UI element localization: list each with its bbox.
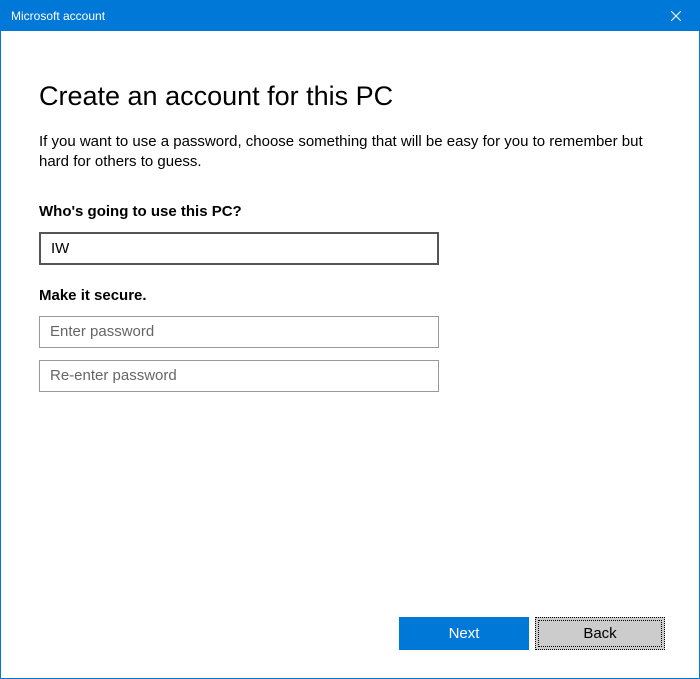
window: Microsoft account Create an account for … — [0, 0, 700, 679]
reenter-password-input[interactable] — [39, 360, 439, 392]
window-title: Microsoft account — [11, 9, 105, 23]
username-input[interactable] — [39, 232, 439, 265]
back-button[interactable]: Back — [535, 617, 665, 650]
page-heading: Create an account for this PC — [39, 81, 661, 112]
next-button[interactable]: Next — [399, 617, 529, 650]
password-input[interactable] — [39, 316, 439, 348]
username-label: Who's going to use this PC? — [39, 203, 661, 220]
close-button[interactable] — [653, 1, 699, 31]
content-area: Create an account for this PC If you wan… — [1, 31, 699, 678]
secure-label: Make it secure. — [39, 287, 661, 304]
close-icon — [671, 11, 681, 21]
titlebar: Microsoft account — [1, 1, 699, 31]
page-description: If you want to use a password, choose so… — [39, 132, 661, 173]
footer-buttons: Next Back — [399, 617, 665, 650]
